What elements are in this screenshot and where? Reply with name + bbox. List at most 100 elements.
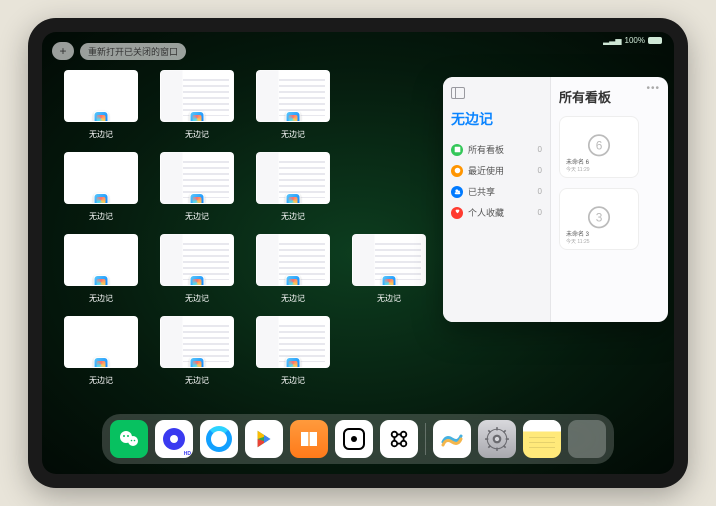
window-label: 无边记	[185, 129, 209, 140]
screen: ▂▃▅ 100% + 重新打开已关闭的窗口 无边记无边记无边记无边记无边记无边记…	[42, 32, 674, 474]
sidebar-item-label: 已共享	[468, 185, 495, 198]
window-preview	[352, 234, 426, 286]
dock: HD	[102, 414, 614, 464]
window-preview	[64, 152, 138, 204]
sidebar-item-count: 0	[538, 145, 542, 154]
sidebar-item-icon	[451, 165, 463, 177]
dock-dice-icon[interactable]	[335, 420, 373, 458]
board-card[interactable]: 6未命名 6今天 11:29	[559, 116, 639, 178]
window-thumbnail[interactable]: 无边记	[158, 152, 236, 224]
sidebar-item[interactable]: 所有看板 0	[451, 139, 542, 160]
window-preview	[256, 316, 330, 368]
sidebar-item-label: 所有看板	[468, 143, 504, 156]
board-card-timestamp: 今天 11:25	[566, 239, 590, 245]
freeform-app-icon	[94, 357, 109, 368]
svg-text:3: 3	[596, 211, 603, 225]
dock-scan-icon[interactable]	[380, 420, 418, 458]
sidebar-item[interactable]: 个人收藏 0	[451, 202, 542, 223]
sidebar-item-label: 个人收藏	[468, 206, 504, 219]
freeform-app-icon	[190, 111, 205, 122]
svg-text:6: 6	[596, 139, 603, 153]
window-label: 无边记	[89, 129, 113, 140]
window-thumbnail[interactable]: 无边记	[350, 234, 428, 306]
sidebar-item-count: 0	[538, 187, 542, 196]
window-preview	[256, 234, 330, 286]
freeform-app-icon	[94, 111, 109, 122]
main-title: 所有看板	[559, 87, 660, 106]
window-label: 无边记	[89, 211, 113, 222]
ipad-device: ▂▃▅ 100% + 重新打开已关闭的窗口 无边记无边记无边记无边记无边记无边记…	[28, 18, 688, 488]
window-preview	[64, 234, 138, 286]
signal-icon: ▂▃▅	[603, 36, 621, 45]
window-label: 无边记	[281, 293, 305, 304]
window-thumbnail[interactable]: 无边记	[62, 152, 140, 224]
freeform-sidebar: 无边记 所有看板 0 最近使用 0 已共享 0 个人收藏 0	[443, 77, 551, 322]
window-preview	[256, 70, 330, 122]
dock-settings-icon[interactable]	[478, 420, 516, 458]
window-label: 无边记	[185, 211, 209, 222]
freeform-app-icon	[190, 275, 205, 286]
freeform-app-icon	[94, 275, 109, 286]
sidebar-item-icon	[451, 207, 463, 219]
board-card-timestamp: 今天 11:29	[566, 167, 590, 173]
board-card-title: 未命名 3今天 11:25	[566, 232, 590, 245]
freeform-app-icon	[286, 357, 301, 368]
freeform-app-icon	[94, 193, 109, 204]
sidebar-item[interactable]: 已共享 0	[451, 181, 542, 202]
window-label: 无边记	[377, 293, 401, 304]
freeform-app-icon	[286, 193, 301, 204]
freeform-app-icon	[190, 357, 205, 368]
window-thumbnail[interactable]: 无边记	[62, 70, 140, 142]
reopen-closed-window-button[interactable]: 重新打开已关闭的窗口	[80, 43, 186, 60]
window-label: 无边记	[89, 293, 113, 304]
battery-icon	[648, 37, 662, 44]
freeform-window[interactable]: ••• 无边记 所有看板0最近使用0已共享0个人收藏0 所有看板 6未命名 6今…	[443, 77, 668, 322]
dock-separator	[425, 423, 426, 455]
window-thumbnail[interactable]: 无边记	[254, 234, 332, 306]
window-preview	[160, 70, 234, 122]
window-thumbnail[interactable]: 无边记	[62, 234, 140, 306]
battery-label: 100%	[625, 36, 645, 45]
freeform-app-icon	[382, 275, 397, 286]
window-menu-icon[interactable]: •••	[646, 83, 660, 94]
freeform-main: 所有看板 6未命名 6今天 11:293未命名 3今天 11:25	[551, 77, 668, 322]
sidebar-item-count: 0	[538, 166, 542, 175]
window-preview	[256, 152, 330, 204]
dock-qqbrowser-icon[interactable]	[200, 420, 238, 458]
window-label: 无边记	[185, 375, 209, 386]
dock-app-library-icon[interactable]	[568, 420, 606, 458]
window-thumbnail[interactable]: 无边记	[158, 234, 236, 306]
dock-books-icon[interactable]	[290, 420, 328, 458]
window-preview	[64, 316, 138, 368]
dock-wechat-icon[interactable]	[110, 420, 148, 458]
window-label: 无边记	[89, 375, 113, 386]
window-label: 无边记	[281, 211, 305, 222]
freeform-app-icon	[190, 193, 205, 204]
window-thumbnail[interactable]: 无边记	[254, 316, 332, 388]
sidebar-title: 无边记	[451, 109, 542, 129]
window-label: 无边记	[281, 129, 305, 140]
sidebar-item-icon	[451, 144, 463, 156]
freeform-app-icon	[286, 275, 301, 286]
sidebar-toggle-icon[interactable]	[451, 87, 465, 99]
sidebar-item[interactable]: 最近使用 0	[451, 160, 542, 181]
new-window-button[interactable]: +	[52, 42, 74, 60]
dock-notes-icon[interactable]	[523, 420, 561, 458]
status-bar: ▂▃▅ 100%	[603, 36, 662, 45]
dock-freeform-icon[interactable]	[433, 420, 471, 458]
window-preview	[64, 70, 138, 122]
window-thumbnail[interactable]: 无边记	[254, 152, 332, 224]
window-preview	[160, 152, 234, 204]
board-card[interactable]: 3 未命名 3今天 11:25	[559, 188, 639, 250]
window-thumbnail[interactable]: 无边记	[158, 316, 236, 388]
window-thumbnail[interactable]: 无边记	[254, 70, 332, 142]
window-thumbnail[interactable]: 无边记	[158, 70, 236, 142]
dock-quark-icon[interactable]: HD	[155, 420, 193, 458]
window-thumbnail[interactable]: 无边记	[62, 316, 140, 388]
stage-manager-topbar: + 重新打开已关闭的窗口	[52, 42, 186, 60]
sidebar-item-label: 最近使用	[468, 164, 504, 177]
dock-play-icon[interactable]	[245, 420, 283, 458]
sidebar-item-count: 0	[538, 208, 542, 217]
window-preview	[160, 316, 234, 368]
window-preview	[160, 234, 234, 286]
